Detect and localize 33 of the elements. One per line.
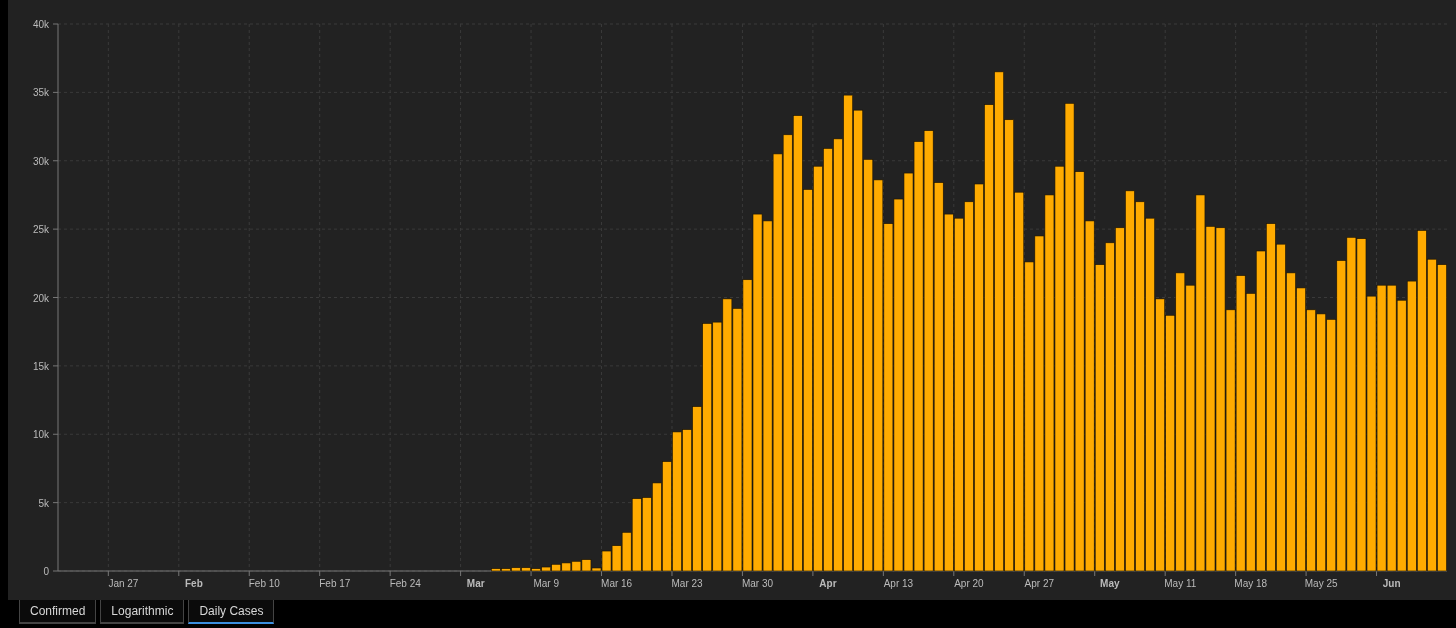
axis-label: 20k [32, 292, 49, 304]
axis-label: Mar 30 [741, 578, 774, 589]
bar [561, 562, 572, 572]
axis-label: Apr 13 [883, 578, 914, 589]
axis-label: Feb 17 [319, 578, 351, 589]
axis-label: 0 [43, 566, 49, 577]
axis-label: May 11 [1164, 578, 1197, 589]
axis-label: 30k [32, 155, 49, 167]
axis-label: Apr 27 [1024, 578, 1055, 589]
axis-label: Feb [185, 578, 203, 589]
tab[interactable]: Logarithmic [100, 600, 185, 624]
axis-label: Jun [1382, 578, 1401, 589]
axis-label: 40k [32, 19, 49, 30]
axis-label: May 18 [1234, 578, 1268, 589]
axis-label: 10k [32, 429, 49, 441]
axis-label: Apr [819, 578, 837, 589]
axis-label: 5k [38, 497, 49, 509]
axis-label: Mar 23 [671, 578, 703, 589]
axis-label: 25k [32, 224, 49, 236]
axis-label: May 25 [1304, 578, 1338, 589]
axis-label: Mar [466, 578, 485, 589]
axis-label: Jan 27 [108, 578, 139, 589]
axis-label: 35k [32, 87, 49, 99]
axis-label: Feb 24 [389, 578, 421, 589]
axis-label: Apr 20 [954, 578, 984, 589]
axis-label: May [1100, 578, 1120, 589]
axis-label: Mar 9 [533, 578, 559, 589]
axis-label: Feb 10 [248, 578, 280, 589]
axis-label: Mar 16 [601, 578, 633, 589]
tab[interactable]: Confirmed [19, 600, 97, 624]
axis-label: 15k [32, 360, 49, 372]
bar [571, 561, 582, 572]
tab[interactable]: Daily Cases [188, 600, 275, 624]
